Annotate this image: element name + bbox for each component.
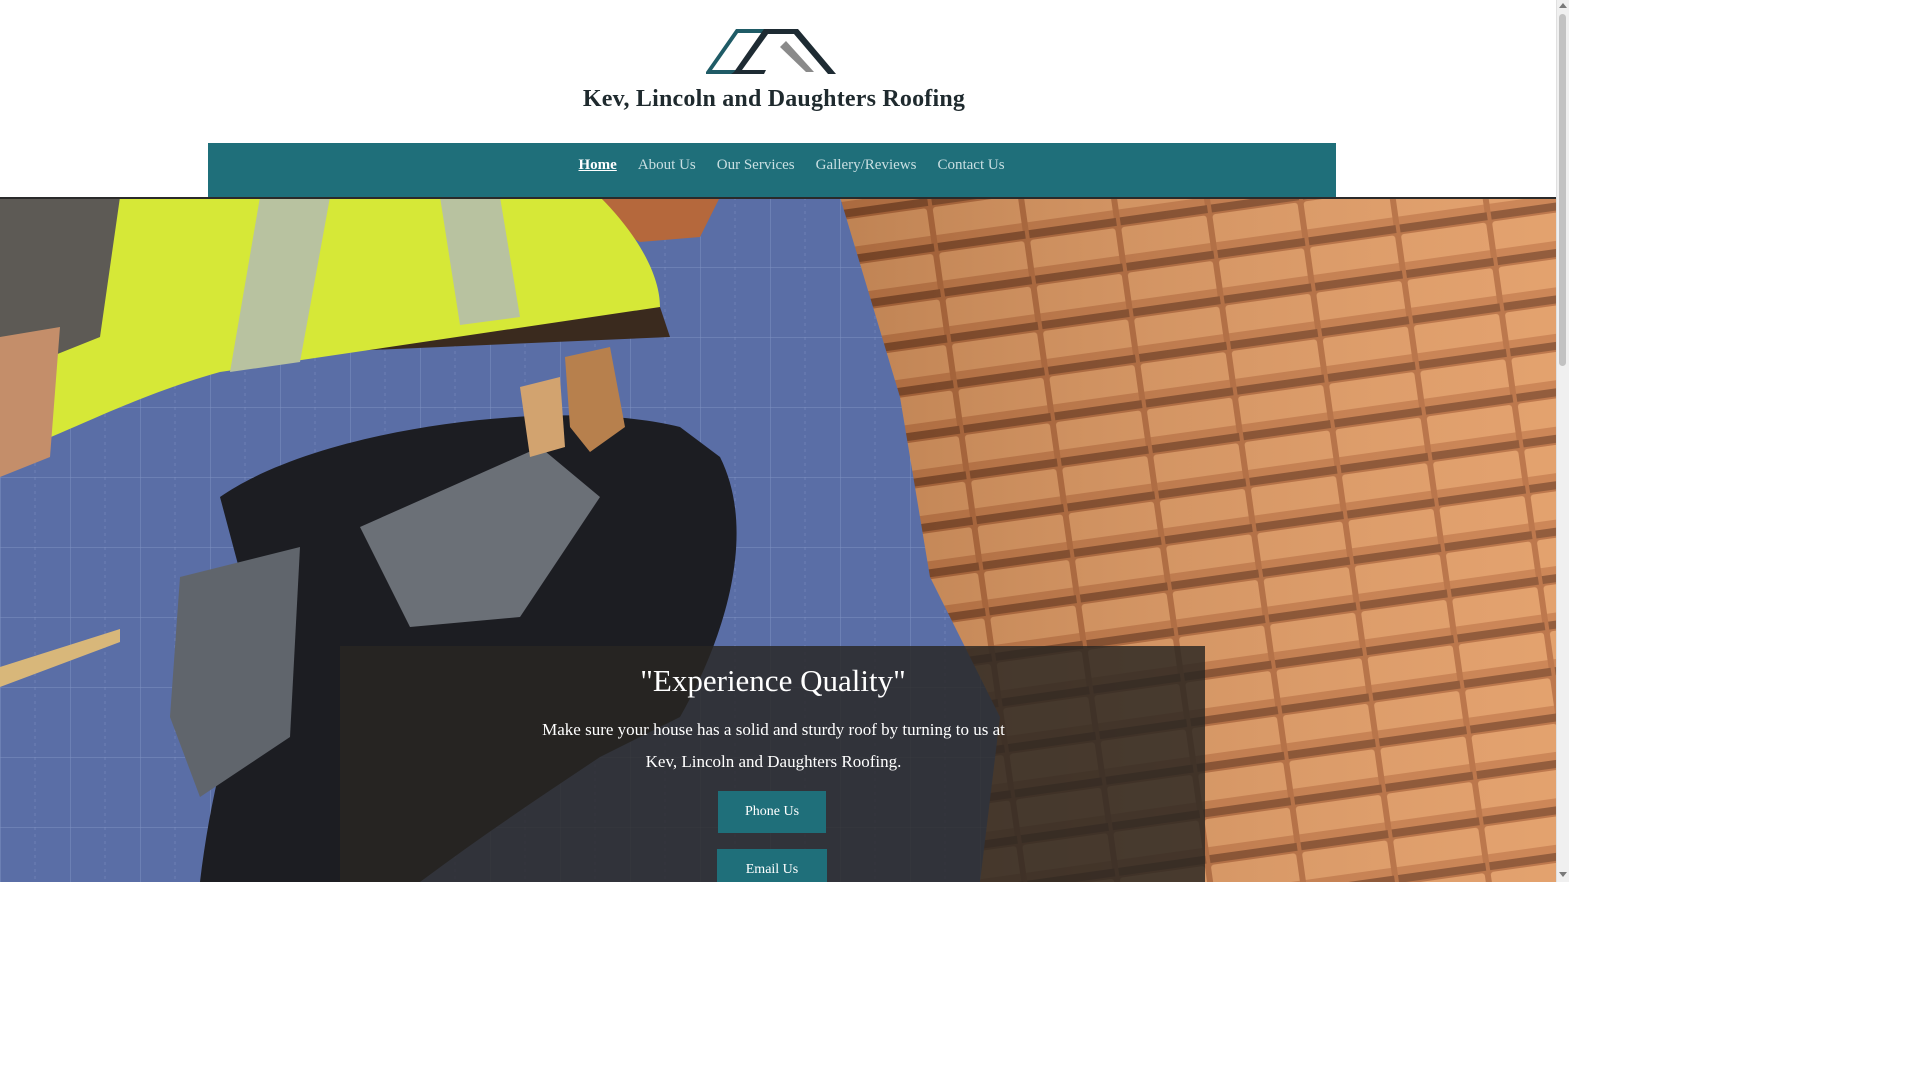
cta-heading: "Experience Quality"	[640, 663, 906, 698]
vertical-scrollbar[interactable]	[1556, 0, 1569, 882]
site-title: Kev, Lincoln and Daughters Roofing	[582, 86, 966, 112]
nav-items: Home About Us Our Services Gallery/Revie…	[568, 143, 1015, 187]
phone-us-button[interactable]: Phone Us	[718, 791, 826, 833]
hero-section: "Experience Quality" Make sure your hous…	[0, 197, 1556, 882]
cta-panel: "Experience Quality" Make sure your hous…	[340, 646, 1205, 882]
scrollbar-thumb[interactable]	[1559, 14, 1566, 366]
email-us-button[interactable]: Email Us	[717, 849, 827, 882]
nav-item-about-us[interactable]: About Us	[627, 157, 706, 174]
scroll-down-arrow-icon[interactable]	[1559, 872, 1567, 877]
site-header: Kev, Lincoln and Daughters Roofing	[0, 0, 1556, 143]
main-navigation: Home About Us Our Services Gallery/Revie…	[208, 143, 1336, 197]
page: Kev, Lincoln and Daughters Roofing Home …	[0, 0, 1556, 882]
nav-item-gallery-reviews[interactable]: Gallery/Reviews	[805, 157, 927, 174]
scroll-up-arrow-icon[interactable]	[1559, 3, 1567, 8]
roof-logo-icon[interactable]	[706, 25, 838, 75]
hero-top-edge	[0, 197, 1556, 199]
nav-item-our-services[interactable]: Our Services	[706, 157, 805, 174]
nav-item-contact-us[interactable]: Contact Us	[927, 157, 1015, 174]
nav-item-home[interactable]: Home	[568, 157, 627, 174]
cta-text: Make sure your house has a solid and stu…	[542, 720, 1005, 771]
